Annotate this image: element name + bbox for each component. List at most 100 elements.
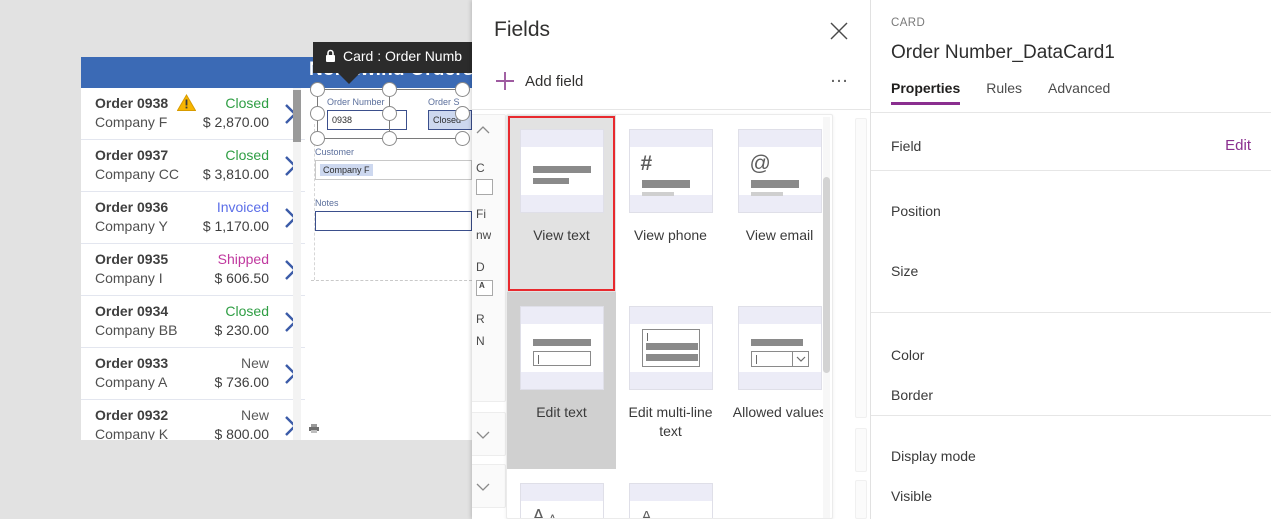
control-tile-allowed-values[interactable]: Allowed values xyxy=(725,292,832,469)
resize-handle-bottom-right[interactable] xyxy=(455,131,470,146)
control-tile-label: View text xyxy=(533,227,590,243)
add-field-button[interactable]: Add field xyxy=(494,66,583,96)
control-type-picker: View text # View phone @ View email Edit… xyxy=(506,114,833,519)
order-company: Company CC xyxy=(95,166,180,182)
tab-properties[interactable]: Properties xyxy=(891,80,961,105)
fields-panel-title: Fields xyxy=(494,18,551,41)
control-tile-edit-text[interactable]: Edit text xyxy=(507,292,616,469)
order-company: Company BB xyxy=(95,322,178,338)
order-id: Order 0933 xyxy=(95,355,169,371)
chevron-up-icon xyxy=(476,126,490,134)
gallery-item[interactable]: Order 0938 Company F Closed $ 2,870.00 xyxy=(81,88,305,140)
gallery-item[interactable]: Order 0933 Company A New $ 736.00 xyxy=(81,348,305,400)
divider-under-border xyxy=(871,415,1271,416)
form-section-divider xyxy=(311,280,472,281)
row-visible: Visible xyxy=(871,478,1271,518)
control-tile-partial-3 xyxy=(725,469,832,518)
properties-kicker: CARD xyxy=(891,17,926,29)
resize-handle-bottom-center[interactable] xyxy=(382,131,397,146)
resize-handle-bottom-left[interactable] xyxy=(310,131,325,146)
accordion-card-collapsed-2[interactable] xyxy=(472,464,506,508)
resize-handle-top-left[interactable] xyxy=(310,82,325,97)
border-label: Border xyxy=(891,387,934,403)
properties-title: Order Number_DataCard1 xyxy=(891,42,1115,63)
order-amount: $ 3,810.00 xyxy=(202,166,269,182)
properties-panel: CARD Order Number_DataCard1 Properties R… xyxy=(870,0,1271,519)
row-display-mode: Display mode xyxy=(871,438,1271,478)
visible-label: Visible xyxy=(891,488,932,504)
accordion-card-collapsed-1[interactable] xyxy=(472,412,506,456)
notes-label: Notes xyxy=(315,198,339,208)
position-label: Position xyxy=(891,203,941,219)
field-label: Field xyxy=(891,138,922,154)
order-status: Invoiced xyxy=(216,199,269,215)
gallery-item[interactable]: Order 0934 Company BB Closed $ 230.00 xyxy=(81,296,305,348)
resize-handle-middle-center[interactable] xyxy=(382,106,397,121)
tab-rules[interactable]: Rules xyxy=(986,80,1022,105)
order-amount: $ 606.50 xyxy=(214,270,270,286)
order-gallery[interactable]: Order 0938 Company F Closed $ 2,870.00 Order… xyxy=(81,88,305,440)
order-status: Closed xyxy=(225,147,269,163)
edit-text-thumb xyxy=(519,306,604,390)
resize-handle-top-center[interactable] xyxy=(382,82,397,97)
control-tile-view-text[interactable]: View text xyxy=(507,115,616,292)
order-status: New xyxy=(240,407,269,423)
picker-scrollbar-thumb[interactable] xyxy=(823,177,830,373)
resize-handle-middle-right[interactable] xyxy=(455,106,470,121)
panel-stub-card-middle[interactable] xyxy=(855,428,867,472)
order-status: Closed xyxy=(225,303,269,319)
control-tile-label: View email xyxy=(745,227,814,243)
gallery-item[interactable]: Order 0935 Company I Shipped $ 606.50 xyxy=(81,244,305,296)
app-preview-frame: Northwind Orders Order 0938Company FClos… xyxy=(81,57,472,440)
chevron-down-icon xyxy=(796,356,805,362)
gallery-item[interactable]: Order 0937 Company CC Closed $ 3,810.00 xyxy=(81,140,305,192)
divider-under-tabs xyxy=(871,112,1271,113)
accordion-card-expanded[interactable]: C Fi nw D A R N xyxy=(472,114,506,402)
gallery-scrollbar-thumb[interactable] xyxy=(293,90,301,142)
bg-item-box-0[interactable] xyxy=(476,179,493,195)
warning-icon xyxy=(176,94,197,111)
panel-stub-card-top[interactable] xyxy=(855,118,867,418)
close-icon[interactable] xyxy=(826,18,852,44)
chevron-down-icon xyxy=(476,483,490,491)
row-border: Border xyxy=(871,377,1271,417)
order-amount: $ 230.00 xyxy=(214,322,270,338)
control-tile-grid: View text # View phone @ View email Edit… xyxy=(507,115,832,518)
customer-input[interactable]: Company F xyxy=(315,160,472,180)
allowed-values-thumb xyxy=(737,306,822,390)
resize-handle-middle-left[interactable] xyxy=(310,106,325,121)
bg-item-box-1[interactable]: A xyxy=(476,280,493,296)
view-text-thumb xyxy=(519,129,604,213)
bg-item-5: R xyxy=(476,312,485,326)
bg-item-3: D xyxy=(476,260,485,274)
form-guide-line xyxy=(314,124,315,280)
order-status: Closed xyxy=(225,95,269,111)
divider-under-size xyxy=(871,312,1271,313)
resize-handle-top-right[interactable] xyxy=(455,82,470,97)
panel-stub-card-bottom[interactable] xyxy=(855,480,867,519)
divider-under-field xyxy=(871,170,1271,171)
text-style-thumb: A . xyxy=(628,483,713,518)
field-edit-link[interactable]: Edit xyxy=(1225,137,1251,154)
fields-more-options-button[interactable]: … xyxy=(830,67,851,86)
control-tile-partial-1[interactable]: A A xyxy=(507,469,616,518)
tab-advanced[interactable]: Advanced xyxy=(1048,80,1110,105)
order-id: Order 0936 xyxy=(95,199,169,215)
control-tile-view-phone[interactable]: # View phone xyxy=(616,115,725,292)
edit-multiline-thumb xyxy=(628,306,713,390)
control-tile-edit-multiline-text[interactable]: Edit multi-line text xyxy=(616,292,725,469)
order-status-label: Order S xyxy=(428,97,460,107)
row-field: Field xyxy=(871,128,1271,168)
order-amount: $ 800.00 xyxy=(214,426,270,440)
order-company: Company I xyxy=(95,270,163,286)
control-tile-partial-2[interactable]: A . xyxy=(616,469,725,518)
control-tile-label: Edit multi-line text xyxy=(628,404,713,439)
card-tooltip: Card : Order Numb xyxy=(313,42,472,73)
gallery-item[interactable]: Order 0936 Company Y Invoiced $ 1,170.00 xyxy=(81,192,305,244)
gallery-item[interactable]: Order 0932 Company K New $ 800.00 xyxy=(81,400,305,440)
color-label: Color xyxy=(891,347,925,363)
order-id: Order 0932 xyxy=(95,407,169,423)
control-tile-view-email[interactable]: @ View email xyxy=(725,115,832,292)
notes-input[interactable] xyxy=(315,211,472,231)
customer-label: Customer xyxy=(315,147,355,157)
